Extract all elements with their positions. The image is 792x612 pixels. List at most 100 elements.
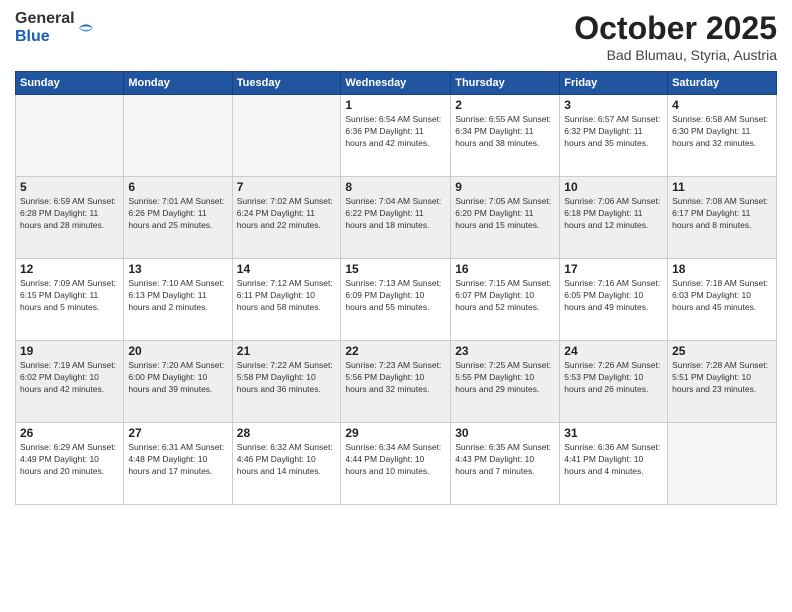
calendar-day-cell: 24Sunrise: 7:26 AM Sunset: 5:53 PM Dayli… xyxy=(560,341,668,423)
weekday-header-row: SundayMondayTuesdayWednesdayThursdayFrid… xyxy=(16,72,777,95)
calendar-day-cell: 27 Sunrise: 6:31 AM Sunset: 4:48 PM Dayli… xyxy=(124,423,232,505)
calendar-day-cell: 20Sunrise: 7:20 AM Sunset: 6:00 PM Dayli… xyxy=(124,341,232,423)
day-info: Sunrise: 7:20 AM Sunset: 6:00 PM Dayligh… xyxy=(128,360,227,396)
calendar-day-cell: 23Sunrise: 7:25 AM Sunset: 5:55 PM Dayli… xyxy=(451,341,560,423)
calendar-day-cell: 28Sunrise: 6:32 AM Sunset: 4:46 PM Dayli… xyxy=(232,423,341,505)
calendar-day-cell: 17 Sunrise: 7:16 AM Sunset: 6:05 PM Dayli… xyxy=(560,259,668,341)
calendar-day-cell: 10 Sunrise: 7:06 AM Sunset: 6:18 PM Dayli… xyxy=(560,177,668,259)
day-number: 25 xyxy=(672,344,772,358)
day-info: Sunrise: 6:54 AM Sunset: 6:36 PM Dayligh… xyxy=(345,114,446,150)
day-number: 6 xyxy=(128,180,227,194)
weekday-header: Tuesday xyxy=(232,72,341,95)
day-number: 17 xyxy=(564,262,663,276)
day-info: Sunrise: 6:31 AM Sunset: 4:48 PM Dayligh… xyxy=(128,442,227,478)
day-info: Sunrise: 7:18 AM Sunset: 6:03 PM Dayligh… xyxy=(672,278,772,314)
day-number: 26 xyxy=(20,426,119,440)
day-info: Sunrise: 6:55 AM Sunset: 6:34 PM Dayligh… xyxy=(455,114,555,150)
calendar-day-cell: 13 Sunrise: 7:10 AM Sunset: 6:13 PM Dayli… xyxy=(124,259,232,341)
day-number: 7 xyxy=(237,180,337,194)
day-info: Sunrise: 7:23 AM Sunset: 5:56 PM Dayligh… xyxy=(345,360,446,396)
day-info: Sunrise: 7:25 AM Sunset: 5:55 PM Dayligh… xyxy=(455,360,555,396)
calendar-day-cell: 6 Sunrise: 7:01 AM Sunset: 6:26 PM Daylig… xyxy=(124,177,232,259)
day-info: Sunrise: 7:08 AM Sunset: 6:17 PM Dayligh… xyxy=(672,196,772,232)
day-info: Sunrise: 7:05 AM Sunset: 6:20 PM Dayligh… xyxy=(455,196,555,232)
day-number: 30 xyxy=(455,426,555,440)
day-info: Sunrise: 7:28 AM Sunset: 5:51 PM Dayligh… xyxy=(672,360,772,396)
day-info: Sunrise: 6:58 AM Sunset: 6:30 PM Dayligh… xyxy=(672,114,772,150)
calendar-day-cell: 19 Sunrise: 7:19 AM Sunset: 6:02 PM Dayli… xyxy=(16,341,124,423)
day-info: Sunrise: 7:13 AM Sunset: 6:09 PM Dayligh… xyxy=(345,278,446,314)
day-info: Sunrise: 7:06 AM Sunset: 6:18 PM Dayligh… xyxy=(564,196,663,232)
calendar-week-row: 12 Sunrise: 7:09 AM Sunset: 6:15 PM Dayli… xyxy=(16,259,777,341)
day-info: Sunrise: 7:15 AM Sunset: 6:07 PM Dayligh… xyxy=(455,278,555,314)
day-number: 18 xyxy=(672,262,772,276)
calendar-day-cell: 9 Sunrise: 7:05 AM Sunset: 6:20 PM Daylig… xyxy=(451,177,560,259)
day-info: Sunrise: 6:32 AM Sunset: 4:46 PM Dayligh… xyxy=(237,442,337,478)
calendar-week-row: 19 Sunrise: 7:19 AM Sunset: 6:02 PM Dayli… xyxy=(16,341,777,423)
day-number: 24 xyxy=(564,344,663,358)
calendar-day-cell xyxy=(668,423,777,505)
day-info: Sunrise: 7:09 AM Sunset: 6:15 PM Dayligh… xyxy=(20,278,119,314)
calendar-day-cell: 16 Sunrise: 7:15 AM Sunset: 6:07 PM Dayli… xyxy=(451,259,560,341)
weekday-header: Saturday xyxy=(668,72,777,95)
calendar-day-cell: 1 Sunrise: 6:54 AM Sunset: 6:36 PM Daylig… xyxy=(341,95,451,177)
logo-blue: Blue xyxy=(15,28,75,46)
calendar-week-row: 5 Sunrise: 6:59 AM Sunset: 6:28 PM Daylig… xyxy=(16,177,777,259)
day-info: Sunrise: 7:10 AM Sunset: 6:13 PM Dayligh… xyxy=(128,278,227,314)
page: General Blue October 2025 Bad Blumau, St… xyxy=(0,0,792,612)
day-number: 1 xyxy=(345,98,446,112)
day-info: Sunrise: 7:22 AM Sunset: 5:58 PM Dayligh… xyxy=(237,360,337,396)
day-info: Sunrise: 7:12 AM Sunset: 6:11 PM Dayligh… xyxy=(237,278,337,314)
day-info: Sunrise: 6:29 AM Sunset: 4:49 PM Dayligh… xyxy=(20,442,119,478)
logo-text: General Blue xyxy=(15,10,75,45)
day-number: 12 xyxy=(20,262,119,276)
day-info: Sunrise: 7:19 AM Sunset: 6:02 PM Dayligh… xyxy=(20,360,119,396)
title-block: October 2025 Bad Blumau, Styria, Austria xyxy=(574,10,777,63)
day-number: 9 xyxy=(455,180,555,194)
calendar-day-cell: 15 Sunrise: 7:13 AM Sunset: 6:09 PM Dayli… xyxy=(341,259,451,341)
day-info: Sunrise: 6:35 AM Sunset: 4:43 PM Dayligh… xyxy=(455,442,555,478)
location-subtitle: Bad Blumau, Styria, Austria xyxy=(574,47,777,63)
day-number: 31 xyxy=(564,426,663,440)
logo-general: General xyxy=(15,10,75,28)
day-info: Sunrise: 6:59 AM Sunset: 6:28 PM Dayligh… xyxy=(20,196,119,232)
day-number: 22 xyxy=(345,344,446,358)
calendar-day-cell: 2Sunrise: 6:55 AM Sunset: 6:34 PM Daylig… xyxy=(451,95,560,177)
logo-icon xyxy=(77,19,95,37)
day-number: 8 xyxy=(345,180,446,194)
calendar-day-cell: 22 Sunrise: 7:23 AM Sunset: 5:56 PM Dayli… xyxy=(341,341,451,423)
calendar-day-cell: 26 Sunrise: 6:29 AM Sunset: 4:49 PM Dayli… xyxy=(16,423,124,505)
day-info: Sunrise: 7:04 AM Sunset: 6:22 PM Dayligh… xyxy=(345,196,446,232)
day-number: 4 xyxy=(672,98,772,112)
day-info: Sunrise: 7:02 AM Sunset: 6:24 PM Dayligh… xyxy=(237,196,337,232)
weekday-header: Monday xyxy=(124,72,232,95)
calendar-day-cell: 25 Sunrise: 7:28 AM Sunset: 5:51 PM Dayli… xyxy=(668,341,777,423)
calendar-day-cell: 31 Sunrise: 6:36 AM Sunset: 4:41 PM Dayli… xyxy=(560,423,668,505)
day-info: Sunrise: 6:36 AM Sunset: 4:41 PM Dayligh… xyxy=(564,442,663,478)
day-number: 15 xyxy=(345,262,446,276)
calendar-day-cell: 4 Sunrise: 6:58 AM Sunset: 6:30 PM Daylig… xyxy=(668,95,777,177)
day-number: 3 xyxy=(564,98,663,112)
calendar-day-cell: 21 Sunrise: 7:22 AM Sunset: 5:58 PM Dayli… xyxy=(232,341,341,423)
day-number: 16 xyxy=(455,262,555,276)
calendar-week-row: 1 Sunrise: 6:54 AM Sunset: 6:36 PM Daylig… xyxy=(16,95,777,177)
day-info: Sunrise: 7:01 AM Sunset: 6:26 PM Dayligh… xyxy=(128,196,227,232)
day-number: 29 xyxy=(345,426,446,440)
day-number: 19 xyxy=(20,344,119,358)
day-number: 21 xyxy=(237,344,337,358)
calendar-day-cell: 7 Sunrise: 7:02 AM Sunset: 6:24 PM Daylig… xyxy=(232,177,341,259)
day-number: 10 xyxy=(564,180,663,194)
day-number: 11 xyxy=(672,180,772,194)
day-info: Sunrise: 7:16 AM Sunset: 6:05 PM Dayligh… xyxy=(564,278,663,314)
calendar-day-cell xyxy=(16,95,124,177)
weekday-header: Friday xyxy=(560,72,668,95)
day-number: 13 xyxy=(128,262,227,276)
calendar-day-cell: 14Sunrise: 7:12 AM Sunset: 6:11 PM Dayli… xyxy=(232,259,341,341)
calendar: SundayMondayTuesdayWednesdayThursdayFrid… xyxy=(15,71,777,505)
logo: General Blue xyxy=(15,10,95,45)
month-title: October 2025 xyxy=(574,10,777,47)
calendar-day-cell: 11 Sunrise: 7:08 AM Sunset: 6:17 PM Dayli… xyxy=(668,177,777,259)
calendar-day-cell xyxy=(232,95,341,177)
day-number: 5 xyxy=(20,180,119,194)
day-number: 27 xyxy=(128,426,227,440)
